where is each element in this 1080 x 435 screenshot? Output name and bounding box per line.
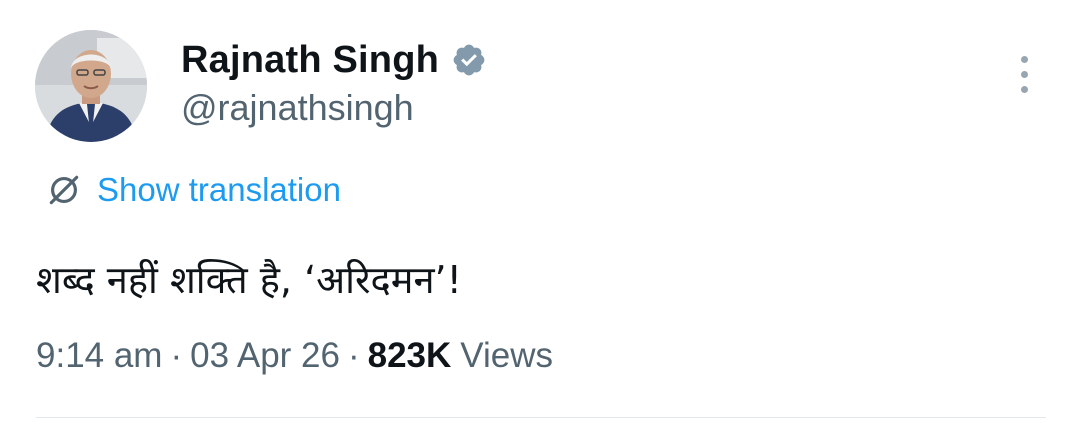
divider	[36, 417, 1046, 418]
views-count[interactable]: 823K	[368, 336, 452, 376]
avatar-image	[35, 30, 147, 142]
views-label[interactable]: Views	[460, 336, 553, 376]
verified-badge-icon	[453, 44, 485, 76]
meta-separator: ·	[170, 336, 183, 375]
tweet-meta: 9:14 am · 03 Apr 26 · 823K Views	[36, 336, 553, 376]
show-translation-link[interactable]: Show translation	[45, 168, 341, 212]
author-handle[interactable]: @rajnathsingh	[181, 87, 414, 129]
translate-icon	[49, 175, 79, 205]
author-display-name[interactable]: Rajnath Singh	[181, 39, 439, 82]
tweet-date[interactable]: 03 Apr 26	[190, 336, 340, 376]
more-vertical-icon-dot	[1020, 85, 1028, 93]
more-vertical-icon-dot	[1020, 55, 1028, 63]
meta-separator: ·	[347, 336, 360, 375]
tweet-time[interactable]: 9:14 am	[36, 336, 162, 376]
more-options-button[interactable]	[1007, 52, 1041, 96]
author-name-row[interactable]: Rajnath Singh	[181, 36, 487, 84]
show-translation-label: Show translation	[97, 171, 341, 208]
more-vertical-icon-dot	[1020, 70, 1028, 78]
avatar[interactable]	[35, 30, 147, 142]
tweet-text: शब्द नहीं शक्ति है, ‘अरिदमन’!	[36, 258, 462, 302]
